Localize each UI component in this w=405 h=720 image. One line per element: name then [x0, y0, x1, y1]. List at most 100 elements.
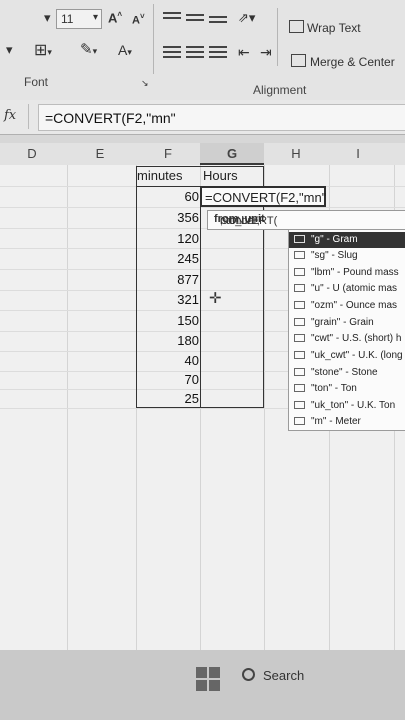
font-size-dropdown-arrow[interactable]: ▾: [44, 10, 51, 26]
dropdown-item-label: "lbm" - Pound mass: [311, 267, 399, 278]
dropdown-item[interactable]: "ozm" - Ounce mas: [289, 298, 405, 314]
minutes-cell[interactable]: 25: [137, 391, 199, 411]
font-size-value: 11: [61, 12, 74, 26]
insert-function-icon[interactable]: fx: [4, 108, 16, 123]
group-divider: [277, 8, 278, 66]
dropdown-item[interactable]: "m" - Meter: [289, 414, 405, 430]
header-minutes[interactable]: minutes: [137, 168, 183, 183]
column-header-h[interactable]: H: [274, 146, 318, 161]
increase-font-button[interactable]: A˄: [108, 10, 122, 25]
borders-icon[interactable]: ⊞▾: [34, 40, 52, 60]
formula-divider: [28, 104, 29, 129]
unit-icon: [294, 401, 305, 409]
align-bottom-icon[interactable]: [209, 16, 227, 28]
unit-icon: [294, 318, 305, 326]
unit-icon: [294, 417, 305, 425]
orientation-icon[interactable]: ⇗▾: [238, 10, 255, 26]
chevron-down-icon[interactable]: ▾: [93, 12, 98, 23]
column-header-g[interactable]: G: [210, 146, 254, 161]
taskbar-search[interactable]: Search: [242, 668, 304, 683]
dropdown-item[interactable]: "grain" - Grain: [289, 315, 405, 331]
unit-icon: [294, 368, 305, 376]
align-middle-icon[interactable]: [186, 14, 204, 26]
group-divider: [153, 4, 154, 74]
minutes-cell[interactable]: 180: [137, 333, 199, 353]
search-label: Search: [263, 668, 305, 683]
merge-icon: [291, 54, 306, 67]
unit-icon: [294, 284, 305, 292]
dropdown-item[interactable]: "uk_ton" - U.K. Ton: [289, 398, 405, 414]
dropdown-item-selected[interactable]: "g" - Gram: [289, 232, 405, 248]
wrap-text-button[interactable]: Wrap Text: [289, 20, 361, 35]
decrease-indent-icon[interactable]: ⇤: [238, 44, 250, 61]
dropdown-item[interactable]: "stone" - Stone: [289, 365, 405, 381]
unit-icon: [294, 384, 305, 392]
start-tile: [209, 680, 220, 691]
minutes-cell[interactable]: 40: [137, 353, 199, 373]
align-left-icon[interactable]: [163, 46, 181, 58]
unit-icon: [294, 334, 305, 342]
dropdown-item-label: "ton" - Ton: [311, 383, 357, 394]
fill-color-icon[interactable]: ✎▾: [80, 40, 97, 58]
increase-indent-icon[interactable]: ⇥: [260, 44, 272, 61]
dropdown-item[interactable]: "u" - U (atomic mas: [289, 281, 405, 297]
decrease-font-label: A: [132, 14, 140, 27]
unit-icon: [294, 301, 305, 309]
minutes-cell[interactable]: 321: [137, 292, 199, 312]
windows-start-icon[interactable]: [196, 667, 220, 691]
minutes-cell[interactable]: 60: [137, 189, 199, 209]
unit-icon: [294, 268, 305, 276]
dropdown-item-label: "sg" - Slug: [311, 250, 358, 261]
alignment-group-label: Alignment: [253, 83, 307, 97]
active-cell-editor[interactable]: =CONVERT(F2,"mn": [200, 186, 326, 207]
border-dropdown-arrow[interactable]: ▾: [6, 42, 13, 58]
align-center-icon[interactable]: [186, 46, 204, 58]
formula-input[interactable]: =CONVERT(F2,"mn": [38, 104, 405, 131]
dropdown-item[interactable]: "cwt" - U.S. (short) h: [289, 331, 405, 347]
column-header-f[interactable]: F: [146, 146, 190, 161]
minutes-cell[interactable]: 120: [137, 231, 199, 251]
dropdown-item-label: "grain" - Grain: [311, 317, 374, 328]
font-group-label: Font: [24, 75, 49, 89]
active-cell-text: =CONVERT(F2,"mn": [205, 190, 327, 205]
dialog-launcher-icon[interactable]: ↘: [141, 78, 149, 89]
unit-icon: [294, 251, 305, 259]
autocomplete-dropdown[interactable]: "g" - Gram "sg" - Slug "lbm" - Pound mas…: [288, 229, 405, 431]
column-header-d[interactable]: D: [10, 146, 54, 161]
function-tooltip: CONVERT(number, from_unit, to_un: [207, 210, 405, 230]
dropdown-item-label: "g" - Gram: [311, 234, 358, 245]
minutes-cell[interactable]: 877: [137, 272, 199, 292]
minutes-cell[interactable]: 356: [137, 210, 199, 230]
align-top-icon[interactable]: [163, 12, 181, 24]
tooltip-text: CONVERT(number, from_unit, to_un: [214, 213, 277, 227]
dropdown-item[interactable]: "ton" - Ton: [289, 381, 405, 397]
font-size-box[interactable]: 11 ▾: [56, 9, 102, 29]
dropdown-item-label: "m" - Meter: [311, 416, 361, 427]
start-tile: [196, 667, 207, 678]
header-hours[interactable]: Hours: [203, 168, 238, 183]
dropdown-item[interactable]: "lbm" - Pound mass: [289, 265, 405, 281]
wrap-text-icon: [289, 20, 304, 33]
dropdown-item-label: "uk_ton" - U.K. Ton: [311, 400, 396, 411]
font-color-button[interactable]: A▾: [118, 42, 132, 58]
merge-center-label: Merge & Center: [310, 55, 395, 69]
column-header-i[interactable]: I: [336, 146, 380, 161]
minutes-cell[interactable]: 150: [137, 313, 199, 333]
dropdown-item[interactable]: "uk_cwt" - U.K. (long: [289, 348, 405, 364]
minutes-cell[interactable]: 70: [137, 372, 199, 392]
decrease-font-button[interactable]: A˅: [132, 12, 145, 27]
dropdown-item-label: "stone" - Stone: [311, 367, 378, 378]
dropdown-item-label: "cwt" - U.S. (short) h: [311, 333, 402, 344]
dropdown-item-label: "uk_cwt" - U.K. (long: [311, 350, 403, 361]
merge-center-button[interactable]: Merge & Center: [291, 54, 395, 69]
align-right-icon[interactable]: [209, 46, 227, 58]
tooltip-arg-to-unit: , to_un: [220, 215, 254, 227]
dropdown-item-label: "u" - U (atomic mas: [311, 283, 398, 294]
formula-text: =CONVERT(F2,"mn": [45, 110, 176, 126]
wrap-text-label: Wrap Text: [307, 21, 361, 35]
increase-font-label: A: [108, 10, 118, 26]
minutes-cell[interactable]: 245: [137, 251, 199, 271]
dropdown-item[interactable]: "sg" - Slug: [289, 248, 405, 264]
column-header-e[interactable]: E: [78, 146, 122, 161]
unit-icon: [294, 351, 305, 359]
